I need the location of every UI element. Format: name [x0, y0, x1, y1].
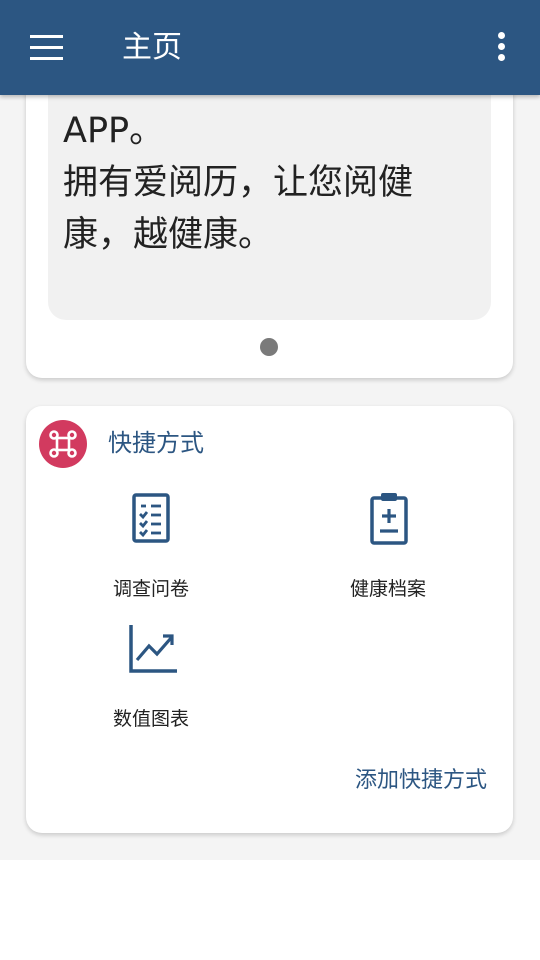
- shortcuts-card: 快捷方式 调查问卷 健康档案 数值图表 添加快捷方式: [26, 406, 513, 833]
- shortcuts-title: 快捷方式: [108, 429, 204, 457]
- shortcut-label: 健康档案: [349, 578, 426, 600]
- shortcut-label: 调查问卷: [112, 578, 189, 600]
- hamburger-menu-icon[interactable]: [30, 35, 63, 61]
- carousel-dot[interactable]: [260, 338, 278, 356]
- checklist-icon: [131, 492, 171, 548]
- intro-line: 康，越健康。: [63, 215, 274, 255]
- line-chart-icon: [127, 622, 179, 678]
- shortcut-survey[interactable]: 调查问卷: [51, 486, 251, 606]
- intro-line: APP。: [63, 111, 165, 151]
- medical-clipboard-icon: [369, 490, 409, 550]
- shortcut-data-chart[interactable]: 数值图表: [51, 616, 251, 736]
- command-icon: [39, 420, 87, 468]
- app-bar: 主页: [0, 0, 540, 95]
- intro-line: 拥有爱阅历，让您阅健: [63, 163, 414, 203]
- shortcut-health-record[interactable]: 健康档案: [288, 486, 488, 606]
- more-vertical-icon[interactable]: [494, 30, 510, 64]
- add-shortcut-button[interactable]: 添加快捷方式: [355, 766, 487, 796]
- shortcut-label: 数值图表: [112, 708, 189, 730]
- page-title: 主页: [122, 30, 182, 65]
